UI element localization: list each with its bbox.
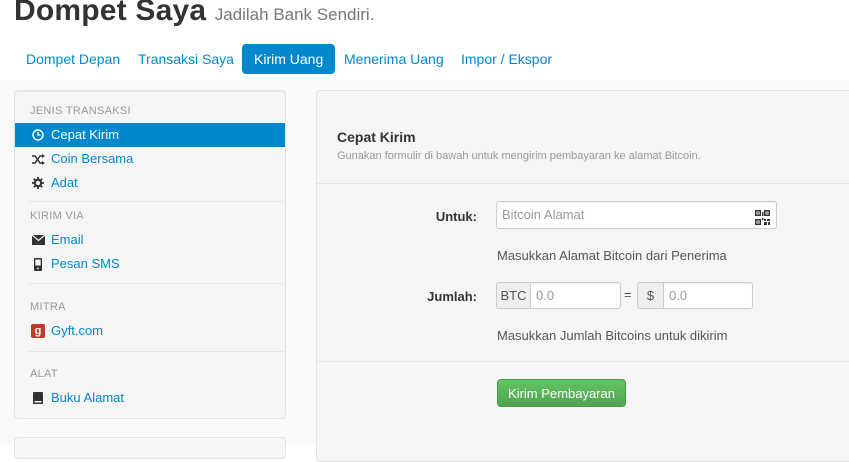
sidebar-header-jenis-transaksi: JENIS TRANSAKSI <box>30 105 131 117</box>
send-form-panel: Cepat Kirim Gunakan formulir di bawah un… <box>316 90 849 462</box>
nav-dompet-depan[interactable]: Dompet Depan <box>14 44 132 74</box>
page-subtitle: Jadilah Bank Sendiri. <box>214 5 375 24</box>
sidebar-header-alat: ALAT <box>30 368 58 380</box>
form-description: Gunakan formulir di bawah untuk mengirim… <box>337 150 701 162</box>
form-title: Cepat Kirim <box>337 129 416 145</box>
nav-transaksi-saya[interactable]: Transaksi Saya <box>126 44 246 74</box>
sidebar-item-label: Coin Bersama <box>51 151 134 166</box>
form-divider <box>317 183 849 184</box>
brand: Dompet Saya Jadilah Bank Sendiri. <box>14 0 374 28</box>
sidebar-divider <box>29 351 283 352</box>
sidebar-divider <box>29 283 283 284</box>
nav-impor-ekspor[interactable]: Impor / Ekspor <box>449 44 564 74</box>
sidebar-item-label: Email <box>51 232 84 247</box>
btc-addon: BTC <box>496 282 531 309</box>
amount-label: Jumlah: <box>427 289 477 304</box>
sidebar-item-pesan-sms[interactable]: Pesan SMS <box>15 252 285 276</box>
sidebar-item-label: Gyft.com <box>51 323 104 338</box>
sidebar-item-gyft[interactable]: g Gyft.com <box>15 319 285 343</box>
sidebar-divider <box>29 201 283 202</box>
sidebar-item-email[interactable]: Email <box>15 228 285 252</box>
gyft-icon: g <box>31 319 45 343</box>
sidebar-item-label: Buku Alamat <box>51 390 124 405</box>
nav-kirim-uang[interactable]: Kirim Uang <box>242 44 336 74</box>
phone-icon <box>31 252 45 276</box>
book-icon <box>31 386 45 410</box>
send-payment-button[interactable]: Kirim Pembayaran <box>497 379 626 407</box>
header: Dompet Saya Jadilah Bank Sendiri. Dompet… <box>0 0 849 80</box>
sidebar-header-mitra: MITRA <box>30 301 66 313</box>
usd-amount-placeholder: 0.0 <box>669 288 688 303</box>
shuffle-icon <box>31 147 45 171</box>
sidebar-item-coin-bersama[interactable]: Coin Bersama <box>15 147 285 171</box>
sidebar-item-label: Cepat Kirim <box>51 127 119 142</box>
usd-amount-input[interactable]: 0.0 <box>663 282 753 309</box>
sidebar: JENIS TRANSAKSI Cepat Kirim Coin Bersama… <box>14 90 286 419</box>
sidebar-header-kirim-via: KIRIM VIA <box>30 210 85 222</box>
bitcoin-address-input[interactable]: Bitcoin Alamat <box>496 201 777 229</box>
sidebar-secondary-panel <box>14 437 286 459</box>
sidebar-item-label: Pesan SMS <box>51 256 120 271</box>
clock-icon <box>31 123 45 147</box>
btc-amount-input[interactable]: 0.0 <box>530 282 621 309</box>
gear-icon <box>31 171 45 195</box>
nav-menerima-uang[interactable]: Menerima Uang <box>332 44 456 74</box>
form-divider <box>317 361 849 362</box>
to-label: Untuk: <box>435 209 477 224</box>
gyft-logo-letter: g <box>31 324 45 338</box>
qr-code-icon[interactable] <box>755 208 770 225</box>
usd-addon: $ <box>637 282 664 309</box>
btc-amount-placeholder: 0.0 <box>536 288 555 303</box>
bitcoin-address-placeholder: Bitcoin Alamat <box>502 207 585 222</box>
envelope-icon <box>31 228 45 252</box>
sidebar-item-cepat-kirim[interactable]: Cepat Kirim <box>15 123 285 147</box>
sidebar-item-label: Adat <box>51 175 78 190</box>
address-help-text: Masukkan Alamat Bitcoin dari Penerima <box>497 248 727 263</box>
sidebar-item-adat[interactable]: Adat <box>15 171 285 195</box>
sidebar-item-buku-alamat[interactable]: Buku Alamat <box>15 386 285 410</box>
page-title: Dompet Saya <box>14 0 207 27</box>
amount-help-text: Masukkan Jumlah Bitcoins untuk dikirim <box>497 328 728 343</box>
equals-sign: = <box>624 287 632 302</box>
